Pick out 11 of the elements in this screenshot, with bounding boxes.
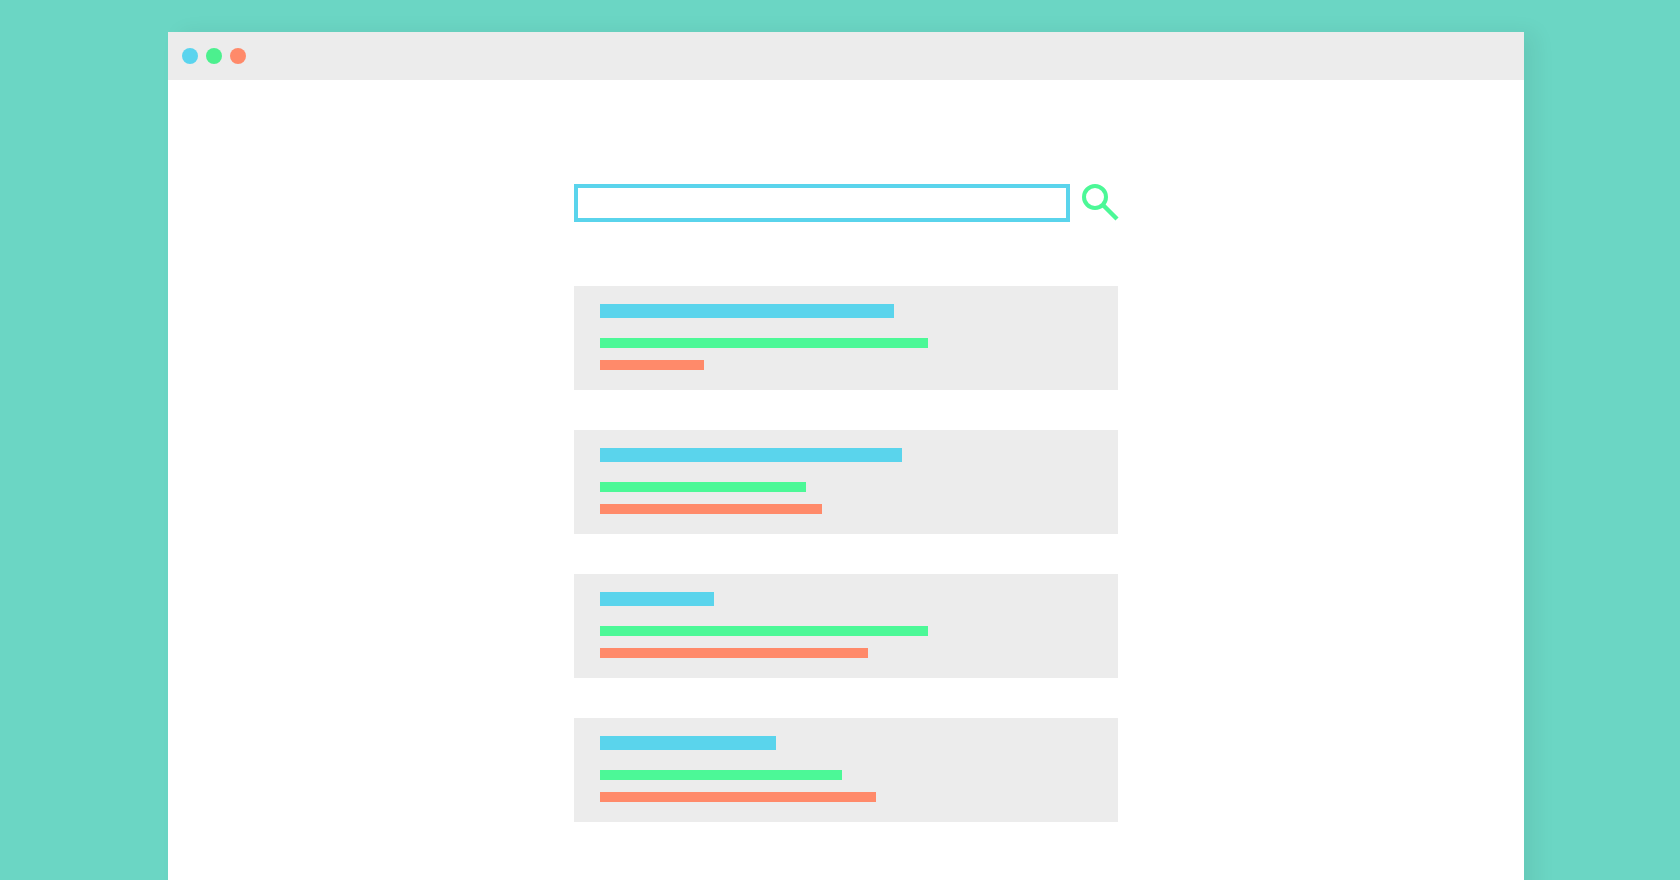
snippet-placeholder-bar — [600, 360, 704, 370]
result-card[interactable] — [574, 574, 1118, 678]
window-control-dot[interactable] — [206, 48, 222, 64]
result-card[interactable] — [574, 430, 1118, 534]
window-control-dot[interactable] — [182, 48, 198, 64]
search-field[interactable] — [574, 183, 1070, 221]
search-icon[interactable] — [1080, 182, 1120, 222]
result-card[interactable] — [574, 718, 1118, 822]
window-control-dot[interactable] — [230, 48, 246, 64]
result-card[interactable] — [574, 286, 1118, 390]
title-placeholder-bar — [600, 592, 714, 606]
